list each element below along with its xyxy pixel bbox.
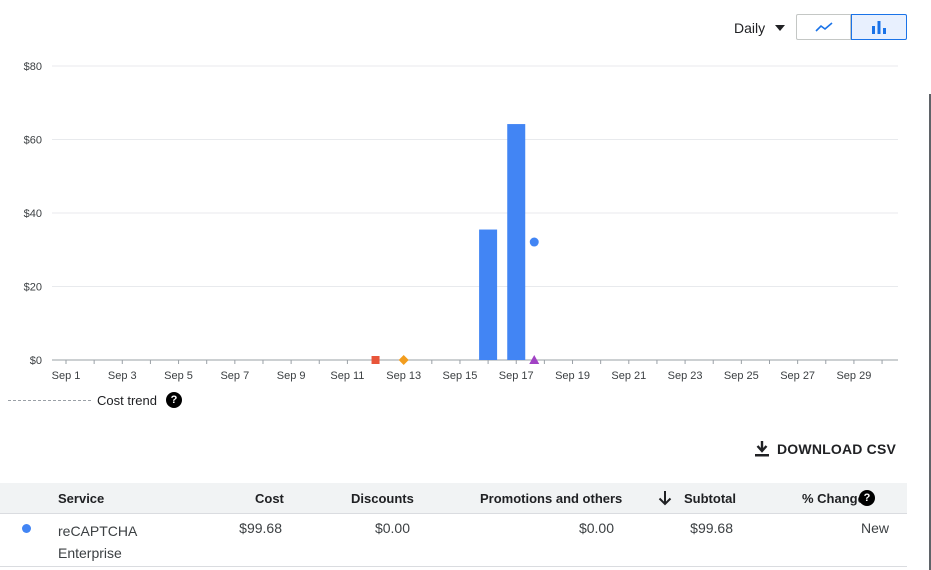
cost-bar xyxy=(479,229,498,360)
x-tick-label: Sep 25 xyxy=(724,370,759,382)
cost-trend-label: Cost trend xyxy=(97,392,157,408)
column-header-service[interactable]: Service xyxy=(58,491,104,506)
x-tick-label: Sep 11 xyxy=(330,370,364,382)
bar-chart-toggle-button[interactable] xyxy=(851,14,907,40)
cost-chart: $0 $20 $40 $60 $80 Sep 1 Sep 3 Sep 5 Sep 7 Sep 9… xyxy=(24,61,898,382)
x-axis: Sep 1 Sep 3 Sep 5 Sep 7 Sep 9 Sep 11 Sep 13 Sep… xyxy=(52,360,883,382)
x-tick-label: Sep 23 xyxy=(668,370,703,382)
y-axis-ticks: $0 $20 $40 $60 $80 xyxy=(24,61,42,367)
x-tick-label: Sep 9 xyxy=(277,370,306,382)
x-tick-label: Sep 1 xyxy=(52,370,81,382)
granularity-value: Daily xyxy=(734,20,766,36)
y-tick-label: $20 xyxy=(24,282,42,294)
y-tick-label: $0 xyxy=(30,355,42,367)
trend-line-swatch xyxy=(8,399,91,401)
arrow-down-icon[interactable] xyxy=(658,490,672,506)
download-icon xyxy=(755,441,769,457)
x-tick-label: Sep 5 xyxy=(164,370,193,382)
y-tick-label: $40 xyxy=(24,208,42,220)
table-header: Service Cost Discounts Promotions and ot… xyxy=(0,483,907,514)
bar-chart-icon xyxy=(872,21,886,34)
diamond-marker xyxy=(398,355,409,365)
x-tick-label: Sep 13 xyxy=(386,370,421,382)
help-icon[interactable]: ? xyxy=(859,490,875,506)
column-header-change[interactable]: % Change xyxy=(802,491,865,506)
discounts-value: $0.00 xyxy=(374,520,410,536)
square-marker xyxy=(371,356,380,364)
download-csv-label: DOWNLOAD CSV xyxy=(777,441,897,457)
x-tick-label: Sep 19 xyxy=(555,370,590,382)
y-tick-label: $60 xyxy=(24,135,42,147)
change-value: New xyxy=(860,520,889,536)
x-tick-label: Sep 3 xyxy=(108,370,137,382)
help-icon[interactable]: ? xyxy=(165,392,182,408)
granularity-select[interactable]: Daily xyxy=(734,18,786,38)
column-header-cost[interactable]: Cost xyxy=(255,491,284,506)
x-tick-label: Sep 7 xyxy=(220,370,249,382)
line-chart-toggle-button[interactable] xyxy=(796,14,851,40)
x-tick-label: Sep 21 xyxy=(611,370,646,382)
x-tick-label: Sep 15 xyxy=(443,370,478,382)
table-row: reCAPTCHA Enterprise $99.68 $0.00 $0.00 … xyxy=(0,514,907,567)
y-tick-label: $80 xyxy=(24,61,42,73)
cost-trend-legend: Cost trend ? xyxy=(8,392,182,408)
service-name: reCAPTCHA Enterprise xyxy=(58,523,137,561)
line-chart-icon xyxy=(814,22,833,32)
x-tick-label: Sep 27 xyxy=(780,370,815,382)
circle-marker xyxy=(529,237,539,247)
chart-bars xyxy=(479,124,526,360)
chart-grid xyxy=(52,65,898,361)
x-tick-label: Sep 29 xyxy=(836,370,871,382)
column-header-promotions[interactable]: Promotions and others xyxy=(480,491,622,506)
x-tick-label: Sep 17 xyxy=(499,370,534,382)
download-csv-button[interactable]: DOWNLOAD CSV xyxy=(755,441,896,457)
column-header-subtotal[interactable]: Subtotal xyxy=(684,491,736,506)
subtotal-value: $99.68 xyxy=(690,520,733,536)
caret-down-icon xyxy=(775,25,786,31)
cost-value: $99.68 xyxy=(239,520,282,536)
cost-bar xyxy=(507,124,526,360)
column-header-discounts[interactable]: Discounts xyxy=(351,491,414,506)
series-color-dot xyxy=(22,524,31,533)
promotions-value: $0.00 xyxy=(578,520,614,536)
